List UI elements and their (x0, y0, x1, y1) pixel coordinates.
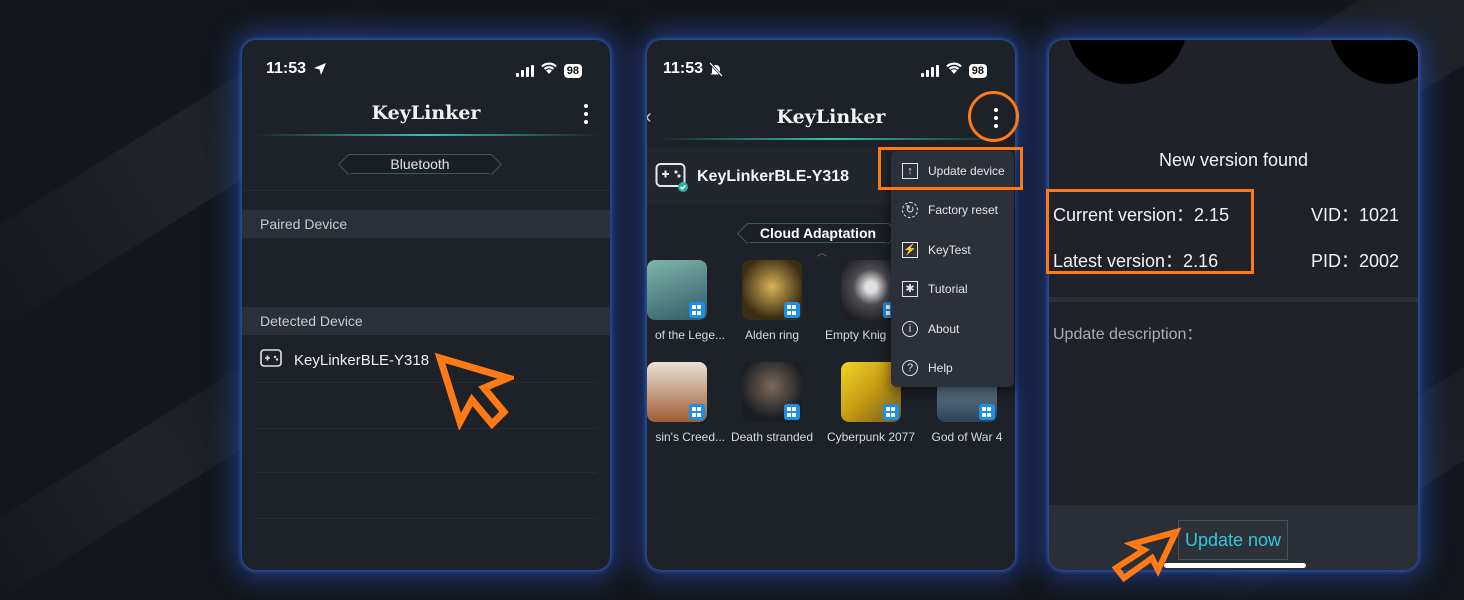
divider (1049, 297, 1418, 302)
game-thumbnail (647, 260, 707, 320)
detected-device-item[interactable]: KeyLinkerBLE-Y318 (260, 348, 429, 372)
status-bar: 11:53 98 (647, 60, 1015, 80)
signal-icon (920, 64, 939, 77)
battery-icon: 98 (563, 63, 582, 78)
signal-icon (515, 64, 534, 77)
app-title: KeyLinker (776, 106, 886, 128)
update-dialog-title: New version found (1158, 150, 1309, 170)
home-indicator (1164, 563, 1306, 568)
windows-icon (883, 404, 899, 420)
chevron-up-icon[interactable]: ︿ (817, 244, 827, 259)
wifi-icon (540, 61, 558, 80)
cursor-arrow-icon (432, 350, 519, 435)
cursor-arrow-icon (1110, 526, 1182, 589)
divider (256, 472, 596, 473)
menu-item-label: KeyTest (928, 242, 971, 257)
menu-item-tutorial[interactable]: ✱ Tutorial (891, 269, 1014, 308)
game-item[interactable]: Alden ring (722, 260, 822, 342)
app-bar: KeyLinker (242, 92, 610, 136)
divider (256, 428, 596, 429)
windows-icon (784, 302, 800, 318)
windows-icon (979, 404, 995, 420)
menu-item-about[interactable]: i About (891, 309, 1014, 348)
phone-screen-bluetooth: 11:53 98 KeyLinker Bluetooth Paired Devi… (242, 40, 610, 570)
game-item[interactable]: of the Lege... (647, 260, 727, 342)
pid-value: PID：2002 (1311, 251, 1400, 271)
silent-bell-icon (709, 62, 723, 82)
windows-icon (689, 302, 705, 318)
status-time: 11:53 (266, 60, 307, 77)
highlight-circle-menu (968, 91, 1019, 142)
divider (242, 190, 610, 191)
divider (256, 382, 596, 383)
wifi-icon (945, 61, 963, 80)
windows-icon (784, 404, 800, 420)
app-title: KeyLinker (371, 102, 481, 124)
highlight-box-versions (1046, 189, 1254, 274)
battery-icon: 98 (968, 63, 987, 78)
location-arrow-icon (313, 62, 327, 81)
paired-device-header: Paired Device (242, 210, 610, 238)
highlight-box-update-device (878, 147, 1023, 190)
status-time: 11:53 (663, 60, 704, 77)
menu-item-keytest[interactable]: ⚡ KeyTest (891, 230, 1014, 269)
game-thumbnail (742, 362, 802, 422)
cloud-adaptation-title: Cloud Adaptation (747, 223, 889, 243)
game-thumbnail (742, 260, 802, 320)
game-item[interactable]: sin's Creed... (647, 362, 727, 444)
tab-bluetooth[interactable]: Bluetooth (348, 154, 492, 174)
game-title: Alden ring (744, 328, 800, 342)
keytest-icon: ⚡ (902, 241, 918, 258)
menu-item-label: Help (928, 360, 953, 375)
game-title: Death stranded (730, 430, 814, 444)
game-title: Cyberpunk 2077 (826, 430, 916, 444)
detected-device-header: Detected Device (242, 307, 610, 335)
vid-value: VID：1021 (1311, 205, 1400, 225)
title-underline (252, 134, 600, 136)
reset-icon: ↻ (902, 201, 918, 218)
menu-item-label: Tutorial (928, 281, 968, 296)
game-title: God of War 4 (931, 430, 1003, 444)
menu-item-help[interactable]: ? Help (891, 348, 1014, 387)
notch-shape-right (1329, 40, 1418, 84)
notch-shape-left (1067, 40, 1187, 84)
game-thumbnail (647, 362, 707, 422)
more-vertical-icon[interactable] (582, 104, 590, 124)
game-title: sin's Creed... (655, 430, 725, 444)
menu-item-factory-reset[interactable]: ↻ Factory reset (891, 190, 1014, 229)
divider (256, 518, 596, 519)
windows-icon (689, 404, 705, 420)
app-bar: ‹ KeyLinker (647, 96, 1015, 140)
update-description-label: Update description： (1053, 326, 1203, 343)
gamepad-connected-icon (655, 162, 689, 197)
update-now-button[interactable]: Update now (1178, 520, 1288, 560)
help-icon: ? (902, 359, 918, 376)
menu-item-label: About (928, 321, 960, 336)
menu-item-label: Factory reset (928, 202, 999, 217)
info-icon: i (902, 320, 918, 337)
tutorial-icon: ✱ (902, 280, 918, 297)
game-item[interactable]: Death stranded (722, 362, 822, 444)
device-name: KeyLinkerBLE-Y318 (294, 351, 430, 369)
device-name: KeyLinkerBLE-Y318 (697, 168, 850, 185)
status-bar: 11:53 98 (242, 60, 610, 80)
phone-screen-update: New version found Current version：2.15 L… (1049, 40, 1418, 570)
title-underline (657, 138, 1005, 140)
game-title: of the Lege... (654, 328, 725, 342)
gamepad-icon (260, 348, 282, 372)
